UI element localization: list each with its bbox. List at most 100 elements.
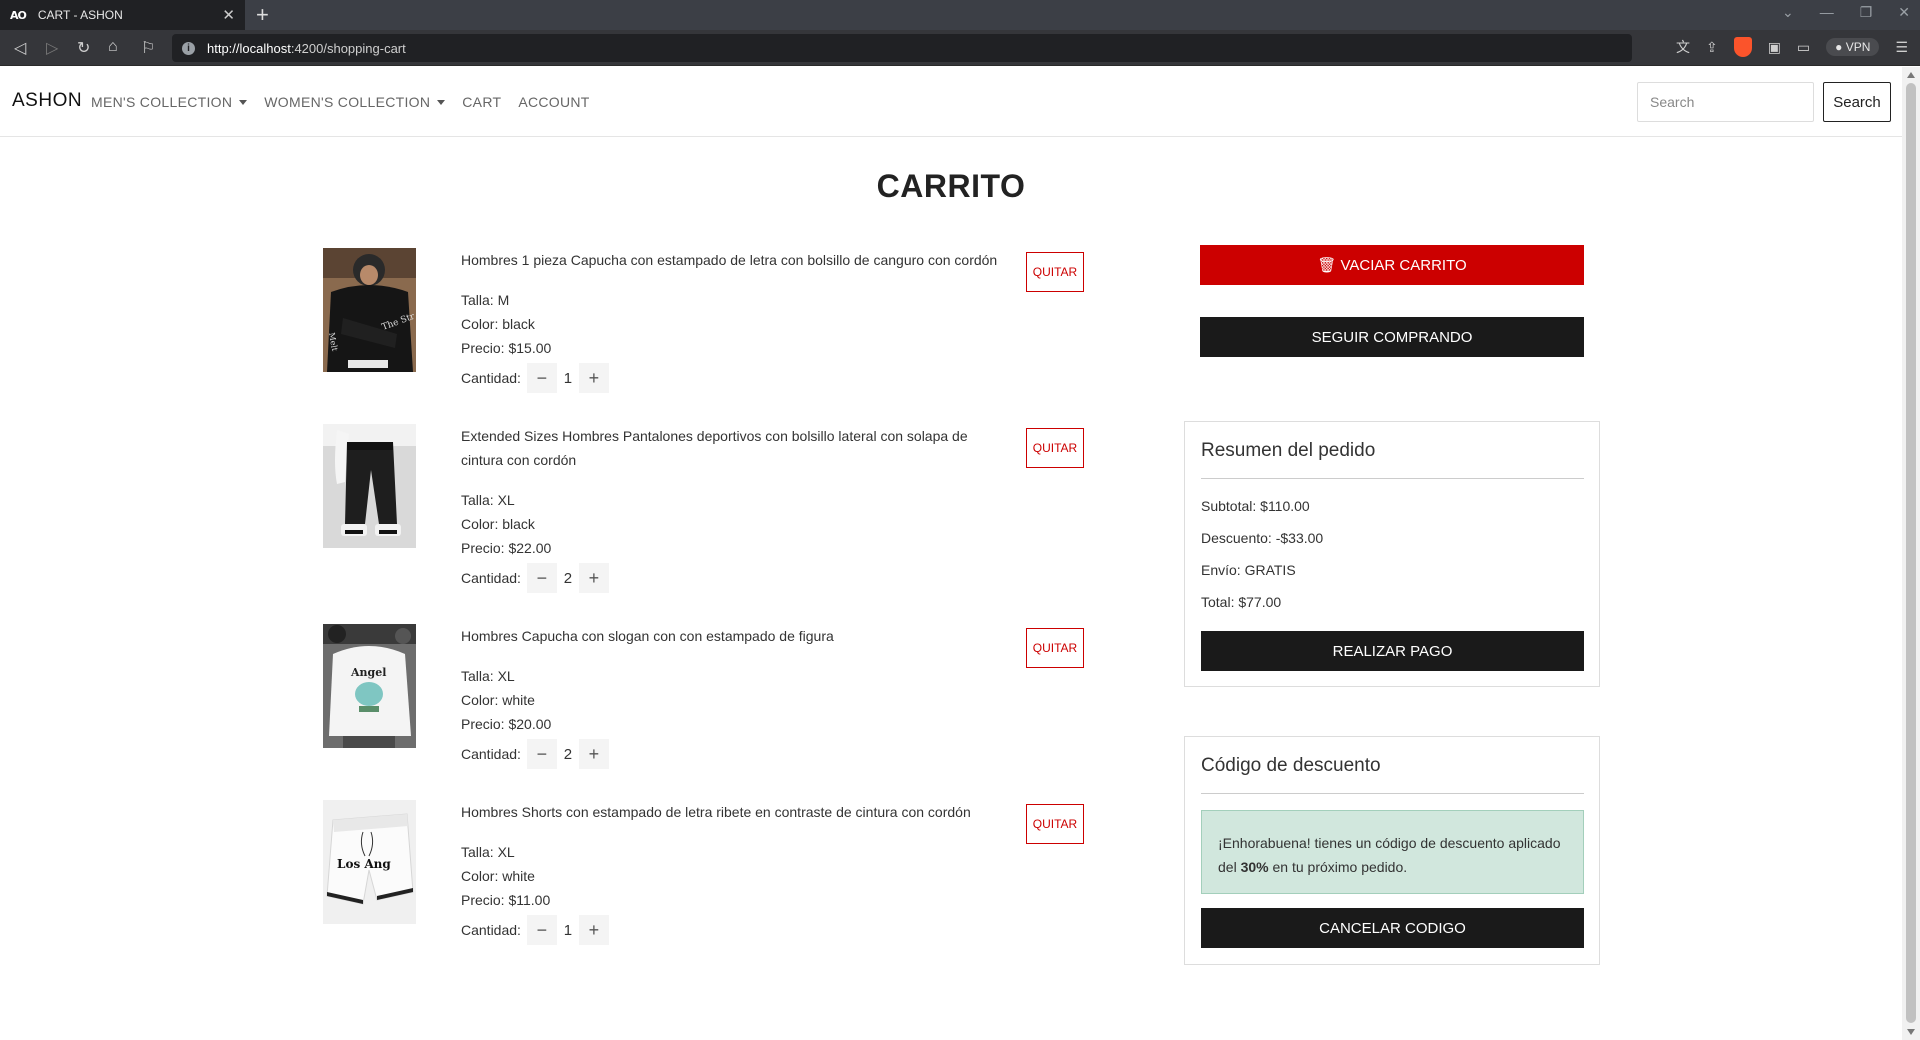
summary-total: Total: $77.00: [1201, 594, 1282, 610]
quantity-label: Cantidad:: [461, 922, 521, 938]
product-image-hoodie-black[interactable]: The Str Melt: [323, 248, 416, 372]
size-value: M: [497, 292, 510, 308]
home-icon[interactable]: ⌂: [108, 38, 118, 56]
quantity-label: Cantidad:: [461, 746, 521, 762]
nav-womens-collection[interactable]: WOMEN'S COLLECTION: [264, 94, 445, 110]
item-name[interactable]: Hombres Shorts con estampado de letra ri…: [461, 800, 1001, 824]
toolbar-right: 文 ⇪ ▣ ▭ ● VPN ☰: [1676, 37, 1908, 57]
forward-icon[interactable]: ▷: [46, 38, 58, 58]
bookmark-icon[interactable]: ⚐: [141, 38, 155, 58]
nav-mens-collection[interactable]: MEN'S COLLECTION: [91, 94, 247, 110]
checkout-button[interactable]: REALIZAR PAGO: [1201, 631, 1584, 671]
plus-icon[interactable]: +: [578, 739, 609, 769]
plus-icon[interactable]: +: [578, 915, 609, 945]
item-price: Precio: $20.00: [461, 712, 1001, 736]
item-size: Talla: XL: [461, 488, 1001, 512]
url-text: http://localhost:4200/shopping-cart: [207, 41, 406, 56]
site-info-icon[interactable]: i: [182, 41, 195, 55]
product-image-pants-black[interactable]: [323, 424, 416, 548]
item-name[interactable]: Extended Sizes Hombres Pantalones deport…: [461, 424, 1001, 472]
brave-shields-icon[interactable]: [1733, 37, 1752, 57]
sidebar-icon[interactable]: ▣: [1768, 39, 1781, 56]
minus-icon[interactable]: −: [526, 915, 557, 945]
quantity-label: Cantidad:: [461, 570, 521, 586]
plus-icon[interactable]: +: [578, 363, 609, 393]
svg-text:Los Ang: Los Ang: [337, 857, 391, 871]
plus-icon[interactable]: +: [578, 563, 609, 593]
share-icon[interactable]: ⇪: [1706, 39, 1718, 56]
page-scrollbar[interactable]: [1902, 67, 1920, 1040]
color-value: black: [502, 316, 535, 332]
remove-item-button[interactable]: QUITAR: [1026, 428, 1084, 468]
size-label: Talla:: [461, 844, 498, 860]
new-tab-icon[interactable]: +: [256, 2, 269, 28]
product-image-hoodie-white[interactable]: Angel: [323, 624, 416, 748]
translate-icon[interactable]: 文: [1676, 37, 1690, 57]
discount-success-alert: ¡Enhorabuena! tienes un código de descue…: [1201, 810, 1584, 894]
minus-icon[interactable]: −: [526, 563, 557, 593]
tab-search-icon[interactable]: ⌄: [1782, 4, 1794, 21]
continue-shopping-button[interactable]: SEGUIR COMPRANDO: [1200, 317, 1584, 357]
minus-icon[interactable]: −: [526, 363, 557, 393]
close-tab-icon[interactable]: ✕: [222, 6, 235, 24]
menu-icon[interactable]: ☰: [1895, 39, 1908, 56]
size-value: XL: [497, 668, 515, 684]
wallet-icon[interactable]: ▭: [1797, 39, 1810, 56]
summary-shipping: Envío: GRATIS: [1201, 562, 1296, 578]
scroll-down-icon[interactable]: [1907, 1029, 1915, 1035]
color-value: black: [502, 516, 535, 532]
vpn-button[interactable]: ● VPN: [1826, 38, 1880, 56]
size-value: XL: [497, 492, 515, 508]
cancel-code-button[interactable]: CANCELAR CODIGO: [1201, 908, 1584, 948]
reload-icon[interactable]: ↻: [77, 38, 90, 58]
item-color: Color: white: [461, 864, 1001, 888]
remove-item-button[interactable]: QUITAR: [1026, 628, 1084, 668]
price-value: $15.00: [508, 340, 552, 356]
empty-cart-button[interactable]: 🗑 VACIAR CARRITO: [1200, 245, 1584, 285]
color-label: Color:: [461, 692, 503, 708]
item-price: Precio: $11.00: [461, 888, 1001, 912]
scroll-up-icon[interactable]: [1907, 72, 1915, 78]
search-input[interactable]: [1637, 82, 1814, 122]
size-label: Talla:: [461, 292, 498, 308]
quantity-stepper: Cantidad: − 1 +: [461, 363, 1001, 393]
color-label: Color:: [461, 868, 503, 884]
search-button[interactable]: Search: [1823, 82, 1891, 122]
page-title: CARRITO: [876, 168, 1026, 204]
back-icon[interactable]: ◁: [14, 38, 26, 58]
nav-cart[interactable]: CART: [462, 94, 501, 110]
price-label: Precio:: [461, 892, 509, 908]
item-color: Color: white: [461, 688, 1001, 712]
svg-text:Angel: Angel: [350, 666, 386, 679]
nav-account[interactable]: ACCOUNT: [518, 94, 589, 110]
close-window-icon[interactable]: ✕: [1898, 4, 1910, 21]
remove-item-button[interactable]: QUITAR: [1026, 252, 1084, 292]
window-controls: ⌄ — ❐ ✕: [1782, 4, 1910, 21]
item-name[interactable]: Hombres 1 pieza Capucha con estampado de…: [461, 248, 1001, 272]
price-label: Precio:: [461, 716, 509, 732]
quantity-stepper: Cantidad: − 2 +: [461, 739, 1001, 769]
product-image-shorts-white[interactable]: Los Ang: [323, 800, 416, 924]
brand-logo[interactable]: ASHON: [12, 90, 82, 112]
price-value: $22.00: [508, 540, 552, 556]
size-value: XL: [497, 844, 515, 860]
price-value: $20.00: [508, 716, 552, 732]
browser-tab[interactable]: AO CART - ASHON ✕: [0, 0, 245, 30]
summary-divider: [1201, 478, 1584, 479]
minimize-icon[interactable]: —: [1820, 4, 1834, 21]
summary-discount: Descuento: -$33.00: [1201, 530, 1324, 546]
item-details: Hombres Capucha con slogan con con estam…: [461, 624, 1001, 769]
quantity-label: Cantidad:: [461, 370, 521, 386]
address-bar[interactable]: i http://localhost:4200/shopping-cart: [172, 34, 1632, 62]
quantity-value: 2: [563, 569, 573, 587]
scroll-thumb[interactable]: [1906, 83, 1916, 1023]
summary-subtotal: Subtotal: $110.00: [1201, 498, 1310, 514]
minus-icon[interactable]: −: [526, 739, 557, 769]
item-name[interactable]: Hombres Capucha con slogan con con estam…: [461, 624, 1001, 648]
color-value: white: [502, 692, 535, 708]
remove-item-button[interactable]: QUITAR: [1026, 804, 1084, 844]
discount-percent: 30%: [1240, 859, 1269, 875]
item-details: Hombres 1 pieza Capucha con estampado de…: [461, 248, 1001, 393]
restore-icon[interactable]: ❐: [1860, 4, 1873, 21]
summary-title: Resumen del pedido: [1201, 440, 1376, 461]
